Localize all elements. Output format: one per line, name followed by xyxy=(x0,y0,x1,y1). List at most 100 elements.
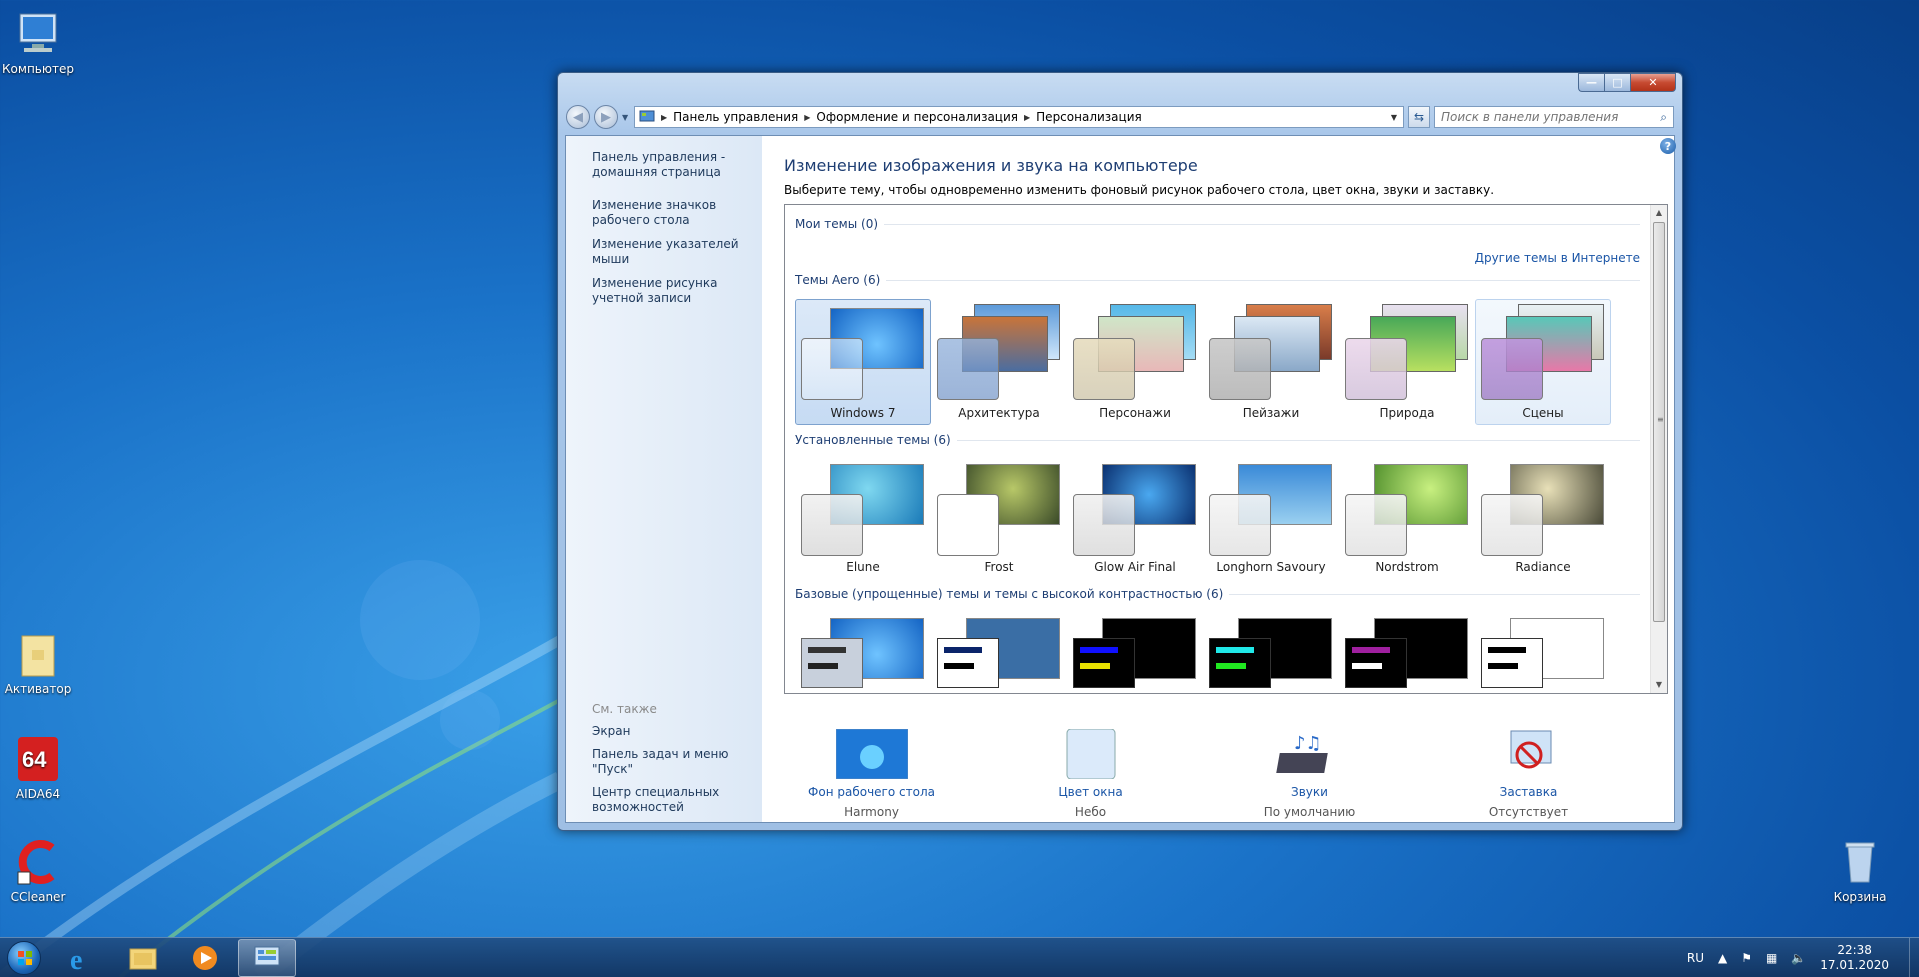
taskbar-internet-explorer[interactable]: e xyxy=(52,939,110,977)
refresh-button[interactable]: ⇆ xyxy=(1408,106,1430,128)
theme-color-swatch xyxy=(1073,338,1135,400)
minimize-button[interactable]: — xyxy=(1578,73,1604,92)
online-themes-link[interactable]: Другие темы в Интернете xyxy=(795,251,1640,265)
window-color-setting[interactable]: Цвет окна Небо xyxy=(1001,728,1181,829)
start-button[interactable] xyxy=(0,938,48,977)
theme-color-swatch xyxy=(801,638,863,688)
taskbar-explorer[interactable] xyxy=(114,939,172,977)
setting-title[interactable]: Заставка xyxy=(1439,785,1619,799)
internet-explorer-icon: e xyxy=(70,945,82,973)
maximize-button[interactable]: □ xyxy=(1604,73,1630,92)
address-bar[interactable]: ▶ Панель управления ▶ Оформление и персо… xyxy=(634,106,1404,128)
breadcrumb-control-panel[interactable]: Панель управления xyxy=(673,110,798,124)
sidebar-link-account-picture[interactable]: Изменение рисунка учетной записи xyxy=(592,276,762,306)
scroll-down-icon[interactable]: ▼ xyxy=(1651,677,1667,693)
see-also-display-link[interactable]: Экран xyxy=(592,724,762,739)
sounds-setting[interactable]: ♪♫ Звуки По умолчанию xyxy=(1220,729,1400,829)
theme-tile-frost[interactable]: Frost xyxy=(931,455,1067,579)
theme-tile-high-contrast-white[interactable] xyxy=(1475,609,1611,688)
theme-color-swatch xyxy=(1345,338,1407,400)
theme-tile-nordstrom[interactable]: Nordstrom xyxy=(1339,455,1475,579)
theme-tile-windows7[interactable]: Windows 7 xyxy=(795,299,931,425)
group-header-installed: Установленные темы (6) xyxy=(795,433,1650,447)
breadcrumb-separator-icon: ▶ xyxy=(1024,112,1031,122)
language-indicator[interactable]: RU xyxy=(1687,951,1704,965)
breadcrumb-appearance[interactable]: Оформление и персонализация xyxy=(816,110,1018,124)
theme-tile-characters[interactable]: Персонажи xyxy=(1067,299,1203,425)
search-box[interactable]: ⌕ xyxy=(1434,106,1674,128)
theme-label: Elune xyxy=(846,560,880,574)
breadcrumb-separator-icon: ▶ xyxy=(804,112,811,122)
desktop-icon-activator[interactable]: Активатор xyxy=(0,630,76,696)
desktop-icon-label: CCleaner xyxy=(10,890,66,904)
theme-tile-high-contrast-black[interactable] xyxy=(1339,609,1475,688)
theme-tile-basic-classic[interactable] xyxy=(931,609,1067,688)
see-also-accessibility-link[interactable]: Центр специальных возможностей xyxy=(592,785,762,815)
sidebar-link-mouse-pointers[interactable]: Изменение указателей мыши xyxy=(592,237,762,267)
theme-tile-glow-air-final[interactable]: Glow Air Final xyxy=(1067,455,1203,579)
search-icon[interactable]: ⌕ xyxy=(1660,110,1667,125)
theme-tile-architecture[interactable]: Архитектура xyxy=(931,299,1067,425)
search-input[interactable] xyxy=(1441,110,1661,124)
breadcrumb-personalization[interactable]: Персонализация xyxy=(1036,110,1142,124)
help-icon[interactable]: ? xyxy=(1660,138,1676,154)
show-hidden-icons-icon[interactable]: ▲ xyxy=(1718,951,1727,965)
setting-title[interactable]: Фон рабочего стола xyxy=(782,785,962,799)
basic-themes-row xyxy=(795,609,1650,688)
theme-tile-longhorn-savoury[interactable]: Longhorn Savoury xyxy=(1203,455,1339,579)
taskbar-control-panel[interactable] xyxy=(238,938,296,977)
scroll-thumb[interactable]: ≡ xyxy=(1653,222,1665,622)
back-button[interactable]: ◀ xyxy=(566,105,590,129)
desktop-icon-label: AIDA64 xyxy=(15,787,61,801)
theme-label: Пейзажи xyxy=(1242,406,1300,420)
ccleaner-icon xyxy=(14,838,62,886)
theme-tile-scenes[interactable]: Сцены xyxy=(1475,299,1611,425)
theme-tile-high-contrast-2[interactable] xyxy=(1203,609,1339,688)
recent-pages-dropdown[interactable]: ▼ xyxy=(622,113,630,122)
scroll-up-icon[interactable]: ▲ xyxy=(1651,205,1667,221)
theme-tile-high-contrast-1[interactable] xyxy=(1067,609,1203,688)
group-title: Установленные темы (6) xyxy=(795,433,951,447)
theme-color-swatch xyxy=(1073,638,1135,688)
sounds-icon: ♪♫ xyxy=(1274,729,1346,779)
theme-tile-basic-windows7[interactable] xyxy=(795,609,931,688)
forward-button[interactable]: ▶ xyxy=(594,105,618,129)
theme-tile-radiance[interactable]: Radiance xyxy=(1475,455,1611,579)
group-header-basic: Базовые (упрощенные) темы и темы с высок… xyxy=(795,587,1650,601)
sidebar-link-desktop-icons[interactable]: Изменение значков рабочего стола xyxy=(592,198,762,228)
volume-icon[interactable]: 🔈 xyxy=(1791,951,1806,965)
control-panel-icon xyxy=(254,946,280,965)
see-also-taskbar-link[interactable]: Панель задач и меню "Пуск" xyxy=(592,747,762,777)
setting-title[interactable]: Цвет окна xyxy=(1001,785,1181,799)
taskbar: e RU ▲ ⚑ ▦ 🔈 22:38 17.01.2020 xyxy=(0,937,1919,977)
address-dropdown-icon[interactable]: ▼ xyxy=(1385,113,1403,122)
theme-tile-elune[interactable]: Elune xyxy=(795,455,931,579)
theme-color-swatch xyxy=(937,494,999,556)
clock[interactable]: 22:38 17.01.2020 xyxy=(1820,943,1889,973)
desktop-icon-label: Компьютер xyxy=(2,62,74,76)
scroll-grip-icon: ≡ xyxy=(1657,415,1664,424)
back-arrow-icon: ◀ xyxy=(573,109,583,125)
desktop-icon-recycle-bin[interactable]: Корзина xyxy=(1822,838,1898,904)
theme-list-scrollbar[interactable]: ▲ ≡ ▼ xyxy=(1650,205,1667,693)
group-divider xyxy=(1229,593,1640,595)
network-icon[interactable]: ▦ xyxy=(1766,951,1777,965)
theme-label: Windows 7 xyxy=(830,406,896,420)
desktop-icon-ccleaner[interactable]: CCleaner xyxy=(0,838,76,904)
online-themes-label[interactable]: Другие темы в Интернете xyxy=(1475,251,1640,265)
sidebar-home-link[interactable]: Панель управления - домашняя страница xyxy=(592,150,762,180)
desktop-icon-computer[interactable]: Компьютер xyxy=(0,10,76,76)
taskbar-media-player[interactable] xyxy=(176,939,234,977)
desktop-icon-aida64[interactable]: 64 AIDA64 xyxy=(0,735,76,801)
desktop-background-setting[interactable]: Фон рабочего стола Harmony xyxy=(782,728,962,829)
group-title: Мои темы (0) xyxy=(795,217,879,231)
setting-title[interactable]: Звуки xyxy=(1220,785,1400,799)
action-center-flag-icon[interactable]: ⚑ xyxy=(1741,951,1752,965)
theme-tile-landscapes[interactable]: Пейзажи xyxy=(1203,299,1339,425)
screensaver-setting[interactable]: Заставка Отсутствует xyxy=(1439,729,1619,829)
clock-date: 17.01.2020 xyxy=(1820,957,1889,972)
close-button[interactable]: ✕ xyxy=(1630,73,1676,92)
show-desktop-button[interactable] xyxy=(1909,937,1919,977)
theme-tile-nature[interactable]: Природа xyxy=(1339,299,1475,425)
theme-label: Nordstrom xyxy=(1375,560,1439,574)
